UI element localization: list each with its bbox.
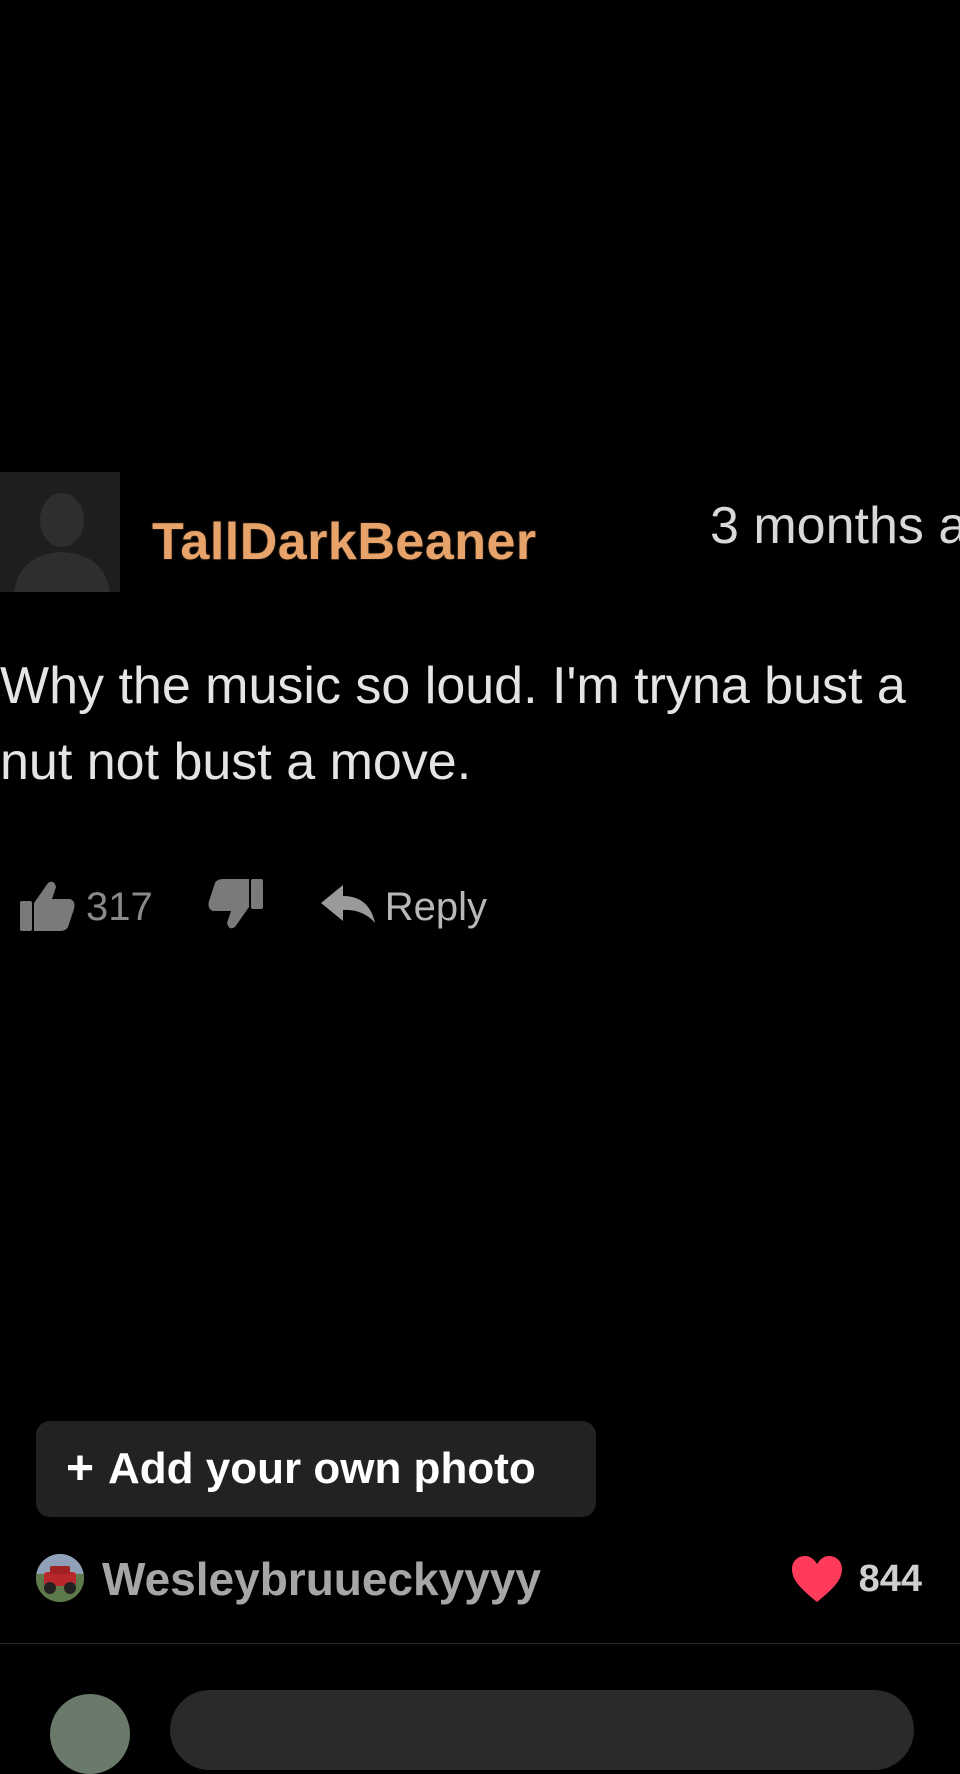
post-photo[interactable]: TallDarkBeaner 3 months a Why the music … (0, 0, 960, 1380)
current-user-avatar (50, 1694, 130, 1774)
thumbs-up-icon (18, 877, 76, 938)
like-count: 844 (858, 1558, 922, 1600)
divider (0, 1643, 960, 1644)
thumbs-down-icon (207, 877, 265, 938)
comment-timestamp: 3 months a (710, 497, 960, 555)
comment-avatar (0, 472, 120, 592)
comment-body-line: Why the music so loud. I'm tryna bust a (0, 657, 906, 715)
reply-arrow-icon (319, 883, 377, 932)
comment-username: TallDarkBeaner (152, 513, 537, 571)
default-avatar-icon (0, 472, 120, 592)
add-own-photo-button[interactable]: + Add your own photo (36, 1421, 596, 1517)
author-row: Wesleybruueckyyyy 844 (36, 1552, 924, 1608)
heart-icon[interactable] (790, 1554, 844, 1604)
add-photo-label: Add your own photo (108, 1444, 536, 1493)
comment-input[interactable] (170, 1690, 914, 1770)
plus-icon: + (66, 1442, 95, 1495)
comment-body: Why the music so loud. I'm tryna bust a … (0, 648, 960, 800)
author-username[interactable]: Wesleybruueckyyyy (102, 1552, 541, 1606)
comment-body-line: nut not bust a move. (0, 733, 472, 791)
comment-actions: 317 Reply (18, 872, 487, 942)
comment-like-count: 317 (86, 884, 153, 929)
reply-label: Reply (384, 884, 488, 929)
author-avatar[interactable] (36, 1554, 84, 1602)
